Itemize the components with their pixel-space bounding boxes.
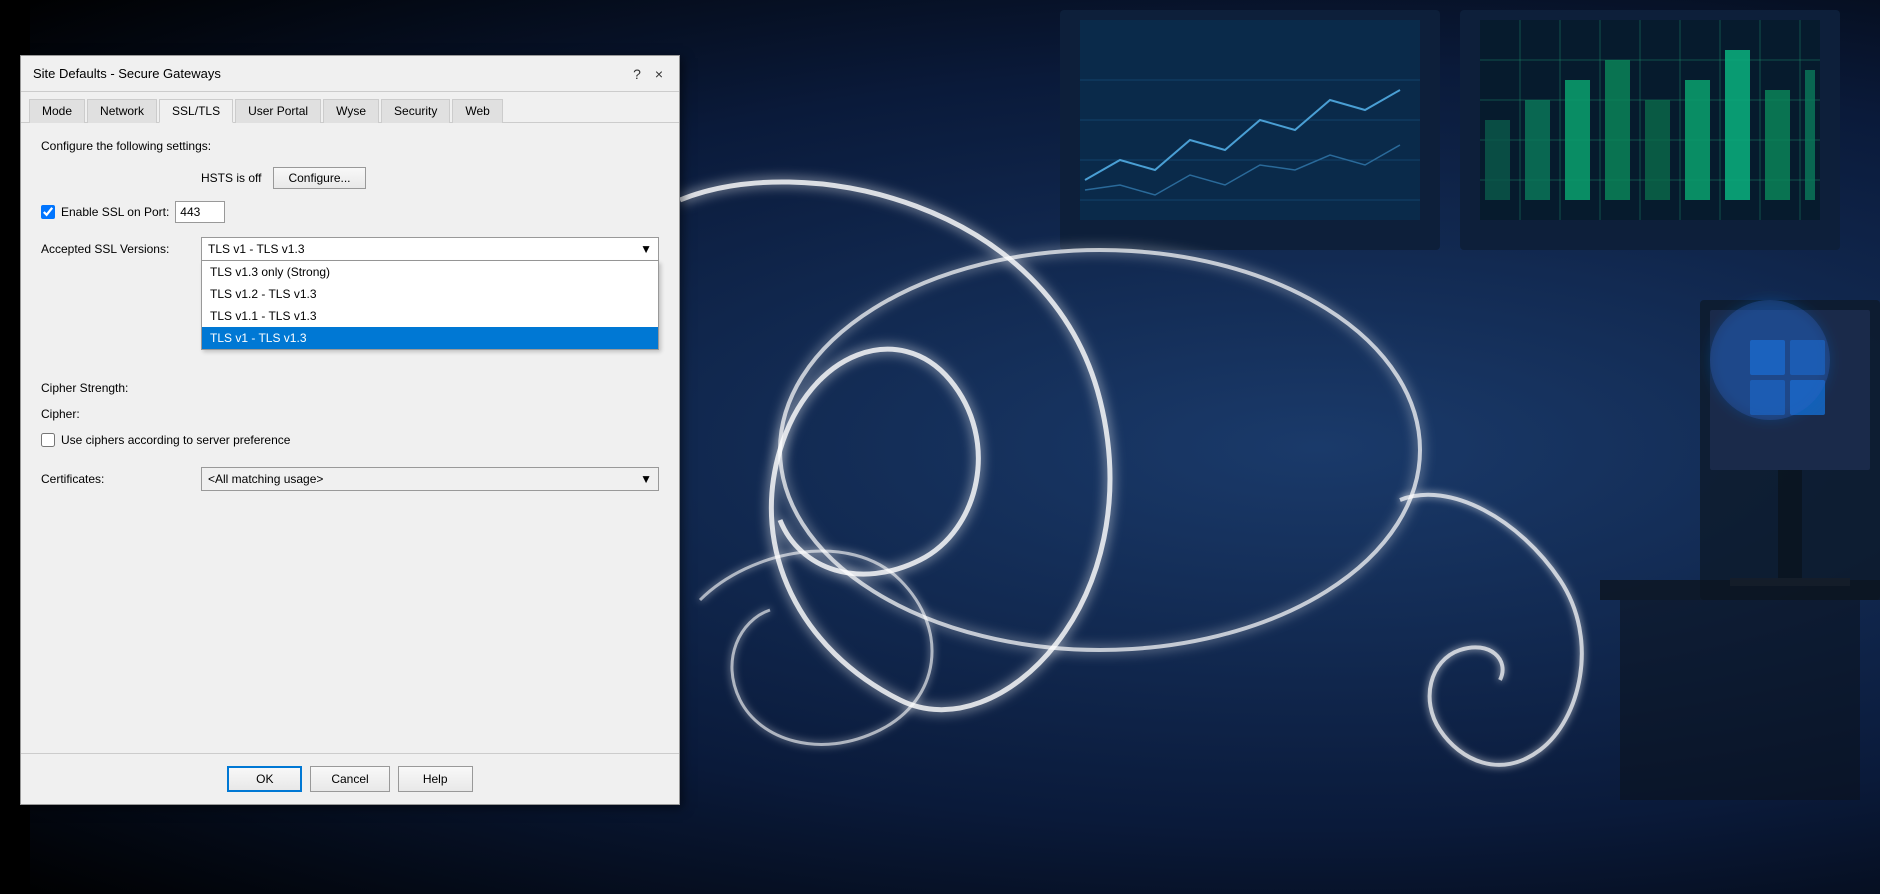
enable-ssl-label: Enable SSL on Port: [61,205,169,219]
ssl-versions-selected: TLS v1 - TLS v1.3 [208,242,305,256]
help-button[interactable]: Help [398,766,473,792]
dialog-content: Configure the following settings: HSTS i… [21,123,679,753]
title-buttons: ? × [629,66,667,82]
certificates-dropdown-container: <All matching usage> ▼ [201,467,659,491]
tab-security[interactable]: Security [381,99,450,123]
tab-wyse[interactable]: Wyse [323,99,379,123]
tab-web[interactable]: Web [452,99,502,123]
ciphers-pref-row: Use ciphers according to server preferen… [41,433,659,447]
tab-user-portal[interactable]: User Portal [235,99,321,123]
title-bar: Site Defaults - Secure Gateways ? × [21,56,679,92]
ssl-option-tls12-13[interactable]: TLS v1.2 - TLS v1.3 [202,283,658,305]
ssl-versions-dropdown[interactable]: TLS v1 - TLS v1.3 ▼ [201,237,659,261]
certificates-row: Certificates: <All matching usage> ▼ [41,467,659,491]
enable-ssl-checkbox[interactable] [41,205,55,219]
certificates-selected: <All matching usage> [208,472,323,486]
configure-button[interactable]: Configure... [273,167,365,189]
dialog-window: Site Defaults - Secure Gateways ? × Mode… [20,55,680,805]
certificates-dropdown[interactable]: <All matching usage> ▼ [201,467,659,491]
use-ciphers-label: Use ciphers according to server preferen… [61,433,290,447]
tab-network[interactable]: Network [87,99,157,123]
port-input[interactable] [175,201,225,223]
ssl-option-tls13-only[interactable]: TLS v1.3 only (Strong) [202,261,658,283]
use-ciphers-checkbox[interactable] [41,433,55,447]
certificates-label: Certificates: [41,472,201,486]
hsts-row: HSTS is off Configure... [41,167,659,189]
cancel-button[interactable]: Cancel [310,766,389,792]
close-title-button[interactable]: × [651,66,667,82]
certificates-arrow: ▼ [640,472,652,486]
dialog-footer: OK Cancel Help [21,753,679,804]
cipher-strength-label: Cipher Strength: [41,381,201,395]
ssl-versions-dropdown-list: TLS v1.3 only (Strong) TLS v1.2 - TLS v1… [201,261,659,350]
hsts-status: HSTS is off [201,171,261,185]
cipher-strength-row: Cipher Strength: [41,381,659,395]
ssl-option-tls11-13[interactable]: TLS v1.1 - TLS v1.3 [202,305,658,327]
tab-ssl-tls[interactable]: SSL/TLS [159,99,233,123]
tab-mode[interactable]: Mode [29,99,85,123]
ok-button[interactable]: OK [227,766,302,792]
cipher-label: Cipher: [41,407,201,421]
ssl-versions-row: Accepted SSL Versions: TLS v1 - TLS v1.3… [41,237,659,261]
tab-bar: Mode Network SSL/TLS User Portal Wyse Se… [21,92,679,123]
dialog-title: Site Defaults - Secure Gateways [33,66,221,81]
ssl-versions-arrow: ▼ [640,242,652,256]
cipher-row: Cipher: [41,407,659,421]
section-title: Configure the following settings: [41,139,659,153]
ssl-versions-label: Accepted SSL Versions: [41,242,201,256]
help-title-button[interactable]: ? [629,66,645,82]
ssl-option-tls1-13[interactable]: TLS v1 - TLS v1.3 [202,327,658,349]
enable-ssl-row: Enable SSL on Port: [41,201,659,223]
ssl-versions-dropdown-container: TLS v1 - TLS v1.3 ▼ TLS v1.3 only (Stron… [201,237,659,261]
